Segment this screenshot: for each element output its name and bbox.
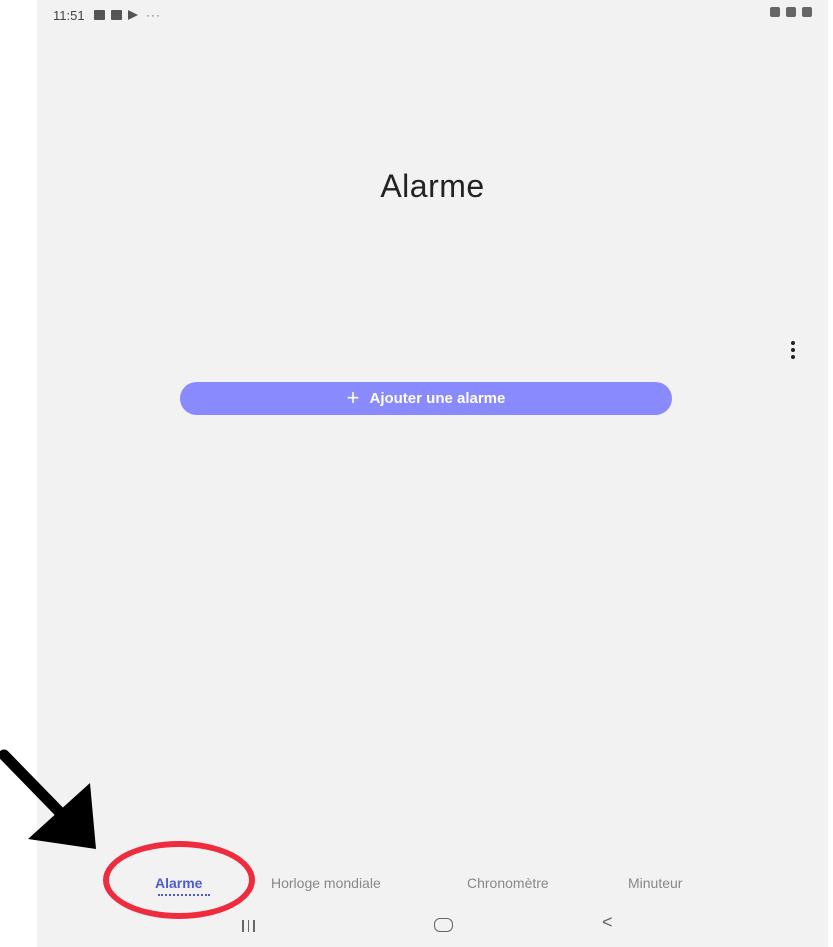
notification-icons: ··· [94, 8, 161, 22]
tab-chronometre[interactable]: Chronomètre [467, 875, 549, 891]
mute-icon [770, 7, 780, 17]
tab-horloge-mondiale[interactable]: Horloge mondiale [271, 875, 381, 891]
annotation-circle [103, 841, 255, 919]
recents-button[interactable] [242, 915, 255, 937]
more-notifications-icon: ··· [146, 8, 161, 22]
annotation-arrow [0, 749, 96, 849]
alarm-screen: 11:51 ··· Alarme + Ajouter une alarme Al… [37, 0, 828, 947]
tab-minuteur[interactable]: Minuteur [628, 875, 682, 891]
back-button[interactable]: < [602, 912, 613, 934]
plus-icon: + [346, 384, 360, 410]
play-store-icon [128, 10, 138, 20]
gallery-icon [94, 10, 105, 20]
system-icons [770, 7, 812, 17]
home-button[interactable] [434, 918, 453, 932]
battery-icon [802, 7, 812, 17]
add-alarm-button[interactable]: + Ajouter une alarme [180, 382, 672, 415]
facebook-icon [111, 10, 122, 20]
more-options-button[interactable] [783, 340, 803, 360]
add-alarm-label: Ajouter une alarme [369, 390, 506, 407]
status-time: 11:51 [53, 8, 85, 23]
more-options-icon [791, 341, 795, 345]
wifi-icon [786, 7, 796, 17]
page-title: Alarme [380, 168, 485, 204]
status-bar: 11:51 ··· [37, 0, 828, 28]
